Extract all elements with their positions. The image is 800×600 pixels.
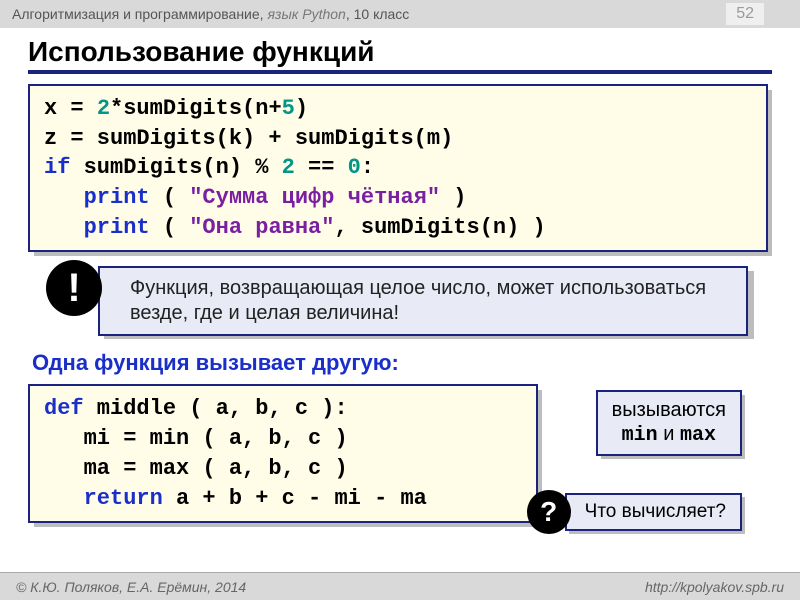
callout-line1: вызываются bbox=[612, 398, 726, 422]
note-text: Функция, возвращающая целое число, может… bbox=[98, 266, 748, 336]
question-text: Что вычисляет? bbox=[565, 493, 742, 531]
note-block: ! Функция, возвращающая целое число, мож… bbox=[38, 266, 772, 336]
exclamation-icon: ! bbox=[46, 260, 102, 316]
callout-line2: min и max bbox=[612, 422, 726, 448]
footer-url: http://kpolyakov.spb.ru bbox=[645, 579, 784, 595]
code-block-2-body: def middle ( a, b, c ): mi = min ( a, b,… bbox=[28, 384, 538, 523]
course-text-1: Алгоритмизация и программирование, bbox=[12, 6, 267, 22]
header-bar: Алгоритмизация и программирование, язык … bbox=[0, 0, 800, 28]
slide-content: Использование функций x = 2*sumDigits(n+… bbox=[0, 28, 800, 523]
footer-bar: © К.Ю. Поляков, Е.А. Ерёмин, 2014 http:/… bbox=[0, 572, 800, 600]
code-row-2: def middle ( a, b, c ): mi = min ( a, b,… bbox=[28, 384, 772, 523]
copyright: © К.Ю. Поляков, Е.А. Ерёмин, 2014 bbox=[16, 579, 246, 595]
course-lang: язык Python bbox=[267, 6, 345, 22]
question-icon: ? bbox=[527, 490, 571, 534]
subheading: Одна функция вызывает другую: bbox=[32, 350, 772, 376]
question-block: ? Что вычисляет? bbox=[527, 490, 742, 534]
slide-title: Использование функций bbox=[28, 36, 772, 74]
course-text-2: , 10 класс bbox=[346, 6, 409, 22]
code-block-1: x = 2*sumDigits(n+5) z = sumDigits(k) + … bbox=[28, 84, 768, 252]
page-number: 52 bbox=[726, 3, 764, 25]
code-block-2: def middle ( a, b, c ): mi = min ( a, b,… bbox=[28, 384, 538, 523]
code-block-1-body: x = 2*sumDigits(n+5) z = sumDigits(k) + … bbox=[28, 84, 768, 252]
callout-box: вызываются min и max bbox=[596, 390, 742, 456]
course-title: Алгоритмизация и программирование, язык … bbox=[12, 6, 409, 22]
